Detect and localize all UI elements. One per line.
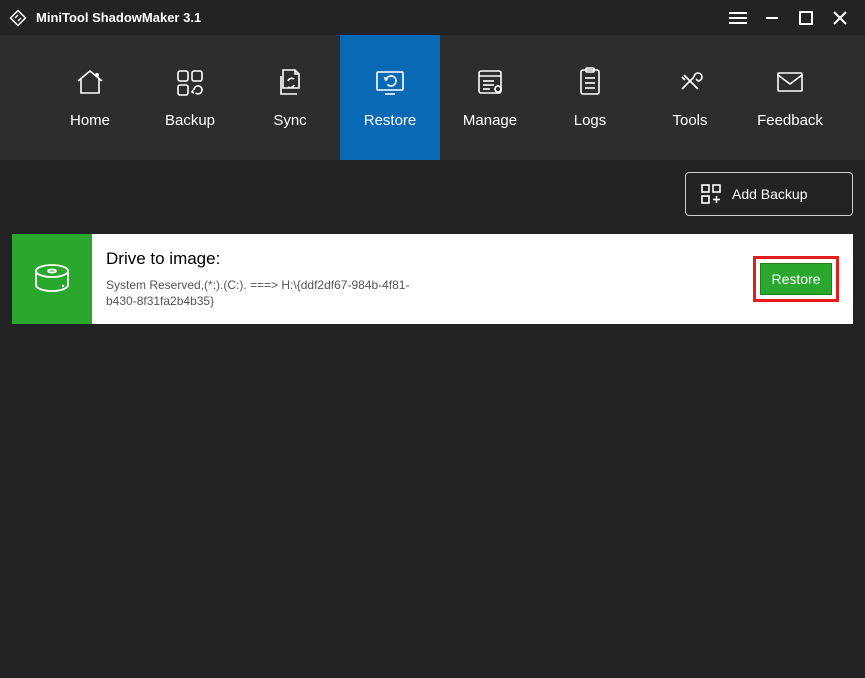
title-bar: MiniTool ShadowMaker 3.1	[0, 0, 865, 35]
nav-backup[interactable]: Backup	[140, 35, 240, 160]
nav-restore-label: Restore	[364, 112, 417, 129]
nav-tools-label: Tools	[672, 112, 707, 129]
card-body: Drive to image: System Reserved,(*:).(C:…	[92, 234, 753, 324]
backup-card: Drive to image: System Reserved,(*:).(C:…	[12, 234, 853, 324]
feedback-icon	[774, 66, 806, 98]
nav-feedback[interactable]: Feedback	[740, 35, 840, 160]
nav-sync-label: Sync	[273, 112, 306, 129]
top-actions: Add Backup	[12, 172, 853, 216]
maximize-button[interactable]	[789, 0, 823, 35]
restore-button[interactable]: Restore	[760, 263, 832, 295]
manage-icon	[474, 66, 506, 98]
main-nav: Home Backup	[0, 35, 865, 160]
card-actions: Restore	[753, 234, 853, 324]
nav-logs-label: Logs	[574, 112, 607, 129]
nav-manage[interactable]: Manage	[440, 35, 540, 160]
drive-icon	[30, 261, 74, 297]
add-backup-label: Add Backup	[732, 186, 808, 202]
nav-sync[interactable]: Sync	[240, 35, 340, 160]
nav-feedback-label: Feedback	[757, 112, 823, 129]
content-area: Add Backup Drive to image: System Reserv…	[0, 160, 865, 678]
restore-icon	[373, 66, 407, 98]
close-button[interactable]	[823, 0, 857, 35]
window-title: MiniTool ShadowMaker 3.1	[36, 10, 721, 25]
tools-icon	[674, 66, 706, 98]
nav-home-label: Home	[70, 112, 110, 129]
card-details: System Reserved,(*:).(C:). ===> H:\{ddf2…	[106, 277, 426, 309]
add-backup-button[interactable]: Add Backup	[685, 172, 853, 216]
menu-button[interactable]	[721, 0, 755, 35]
backup-icon	[174, 66, 206, 98]
card-icon-panel	[12, 234, 92, 324]
nav-home[interactable]: Home	[40, 35, 140, 160]
card-heading: Drive to image:	[106, 249, 743, 269]
nav-logs[interactable]: Logs	[540, 35, 640, 160]
grid-plus-icon	[700, 183, 722, 205]
app-window: MiniTool ShadowMaker 3.1 Home	[0, 0, 865, 678]
home-icon	[74, 66, 106, 98]
nav-tools[interactable]: Tools	[640, 35, 740, 160]
minimize-button[interactable]	[755, 0, 789, 35]
nav-restore[interactable]: Restore	[340, 35, 440, 160]
nav-manage-label: Manage	[463, 112, 517, 129]
logs-icon	[576, 66, 604, 98]
sync-icon	[275, 66, 305, 98]
nav-backup-label: Backup	[165, 112, 215, 129]
app-logo-icon	[8, 8, 28, 28]
restore-highlight: Restore	[753, 256, 839, 302]
